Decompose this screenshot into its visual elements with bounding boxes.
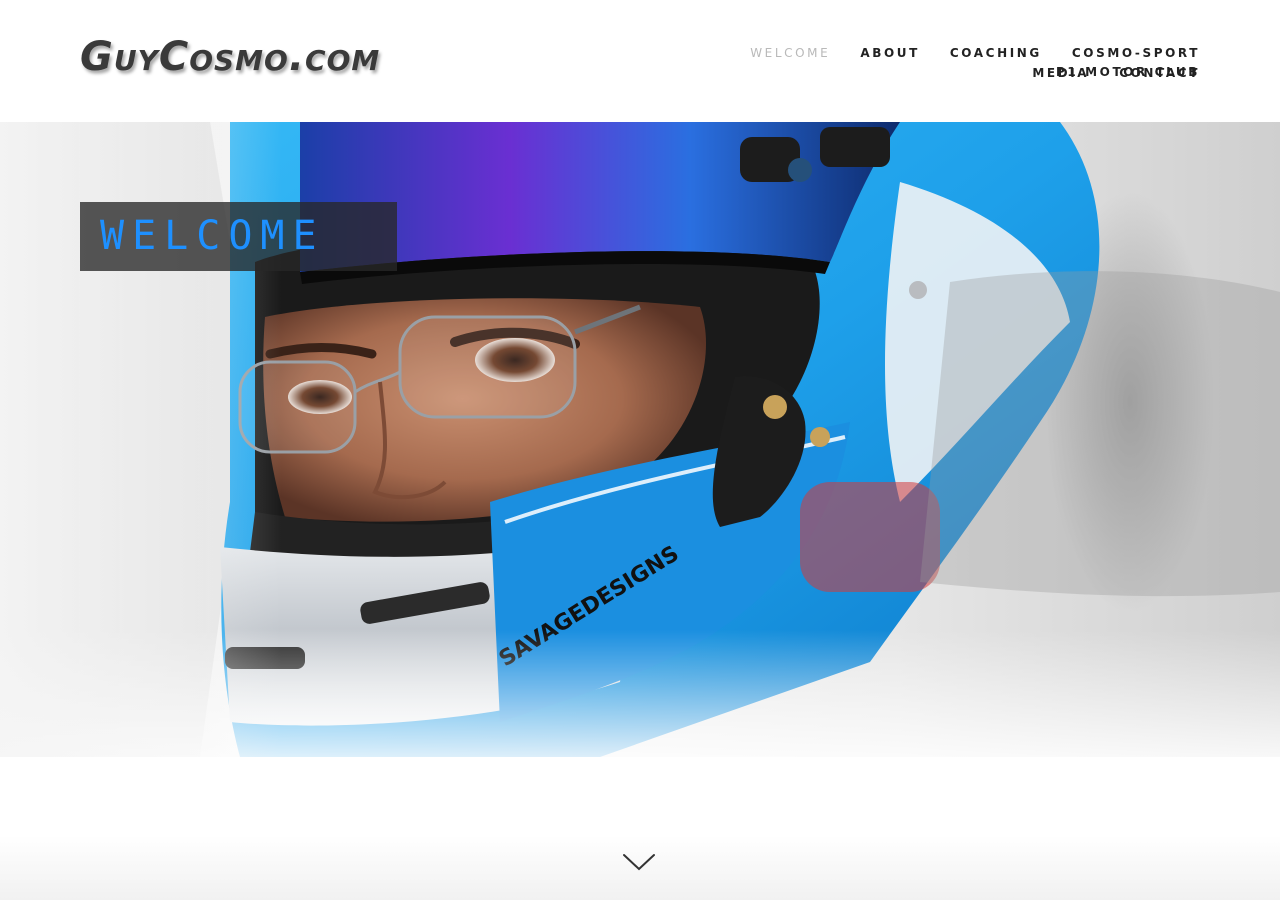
hero-banner: SAVAGEDESIGNS WELCOME: [0, 122, 1280, 757]
nav-item-welcome[interactable]: Welcome: [750, 45, 830, 61]
nav-item-about[interactable]: About: [860, 45, 920, 61]
page: GuyCosmo.com Welcome About Coaching Cosmo-S…: [0, 0, 1280, 900]
welcome-title: WELCOME: [100, 213, 325, 259]
welcome-banner: WELCOME: [80, 202, 397, 271]
nav-item-contact[interactable]: Contact: [1119, 65, 1200, 81]
nav-item-media[interactable]: Media: [1032, 65, 1089, 81]
content-section: [0, 757, 1280, 900]
site-header: GuyCosmo.com Welcome About Coaching Cosmo-S…: [0, 0, 1280, 122]
nav-item-cosmo-sport[interactable]: Cosmo-Sport: [1072, 45, 1200, 61]
site-logo[interactable]: GuyCosmo.com: [80, 34, 380, 80]
chevron-down-icon[interactable]: [622, 851, 656, 873]
nav-item-coaching[interactable]: Coaching: [950, 45, 1042, 61]
main-nav: Welcome About Coaching Cosmo-SportP1 Motor …: [560, 42, 1200, 82]
nav-row-primary: Welcome About Coaching Cosmo-SportP1 Motor …: [560, 42, 1200, 79]
nav-row-secondary: Media Contact: [560, 62, 1200, 82]
